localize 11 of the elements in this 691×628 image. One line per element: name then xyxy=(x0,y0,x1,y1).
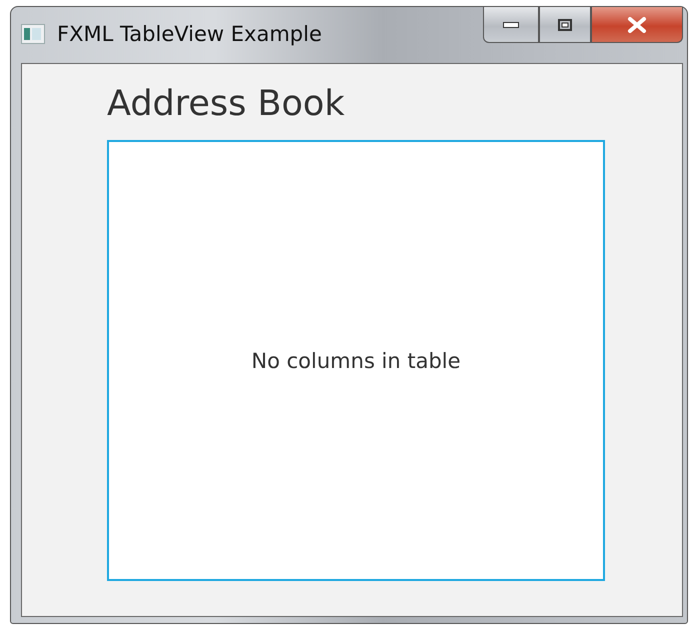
app-icon xyxy=(21,24,45,44)
window-title: FXML TableView Example xyxy=(57,21,322,47)
minimize-icon xyxy=(503,22,519,28)
close-button[interactable] xyxy=(591,7,683,43)
page-heading: Address Book xyxy=(107,84,346,124)
minimize-button[interactable] xyxy=(483,7,539,43)
close-icon xyxy=(627,16,647,32)
maximize-icon xyxy=(558,18,572,30)
table-placeholder: No columns in table xyxy=(251,348,461,372)
maximize-button[interactable] xyxy=(539,7,591,43)
table-view[interactable]: No columns in table xyxy=(107,140,605,581)
